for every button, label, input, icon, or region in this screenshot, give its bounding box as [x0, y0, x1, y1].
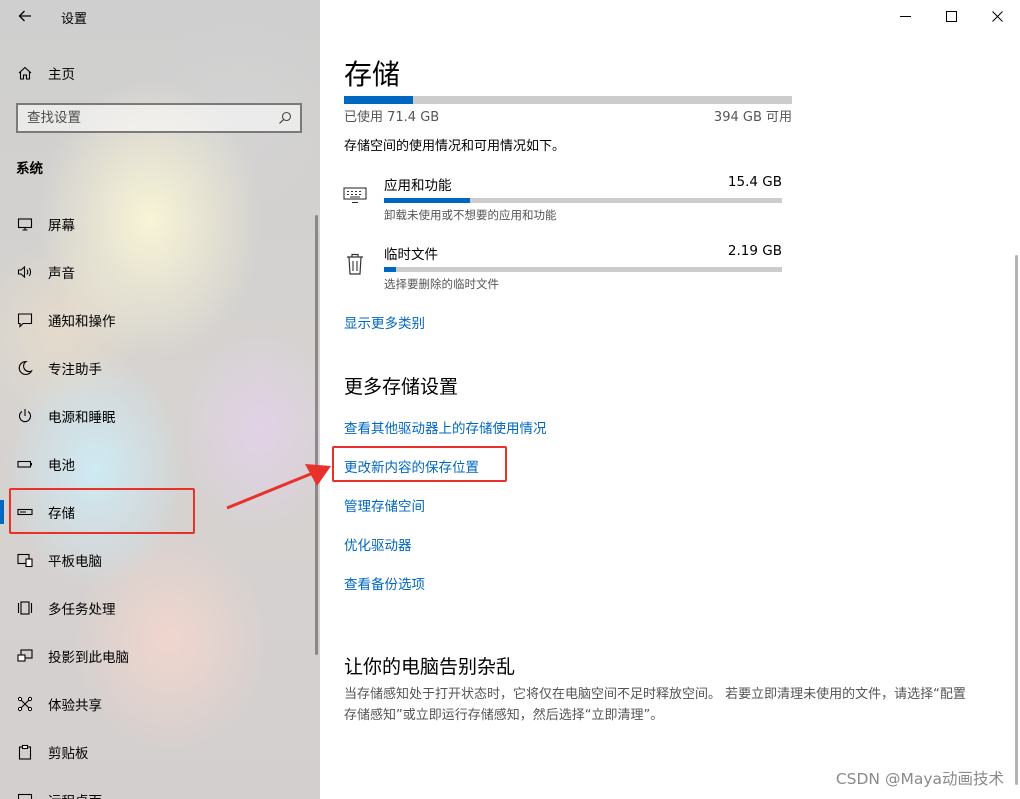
- window-title: 设置: [61, 12, 88, 27]
- sidebar-item-notifications[interactable]: 通知和操作: [0, 296, 316, 344]
- sidebar-item-home[interactable]: 主页: [0, 56, 316, 90]
- sidebar-item-shared-experiences[interactable]: 体验共享: [0, 680, 316, 728]
- declutter-heading: 让你的电脑告别杂乱: [344, 656, 516, 678]
- view-backup-options-link[interactable]: 查看备份选项: [344, 573, 425, 593]
- main-scrollbar[interactable]: [1015, 255, 1018, 785]
- category-usage-bar-fill: [384, 267, 396, 272]
- sidebar-item-tablet[interactable]: 平板电脑: [0, 536, 316, 584]
- clipboard-icon: [16, 743, 34, 761]
- category-temp-files[interactable]: 临时文件 2.19 GB 选择要删除的临时文件: [340, 243, 786, 299]
- used-space-text: 已使用 71.4 GB: [344, 110, 440, 125]
- annotation-arrow: [226, 464, 331, 510]
- storage-usage-bar: [344, 96, 792, 104]
- sidebar-item-label: 电源和睡眠: [48, 410, 116, 426]
- free-space-text: 394 GB 可用: [713, 110, 792, 125]
- sidebar-item-project[interactable]: 投影到此电脑: [0, 632, 316, 680]
- back-arrow-icon: [18, 10, 31, 22]
- remote-desktop-icon: [16, 791, 34, 799]
- sidebar-item-sound[interactable]: 声音: [0, 248, 316, 296]
- category-subtitle: 选择要删除的临时文件: [384, 277, 499, 291]
- search-input[interactable]: [18, 110, 274, 126]
- category-usage-bar-fill: [384, 198, 470, 203]
- annotation-highlight-save-location: [332, 446, 507, 482]
- category-size: 15.4 GB: [727, 174, 782, 190]
- sidebar-item-label: 多任务处理: [48, 602, 116, 618]
- category-name: 临时文件: [384, 247, 438, 263]
- sidebar-item-clipboard[interactable]: 剪贴板: [0, 728, 316, 776]
- category-name: 应用和功能: [384, 178, 452, 194]
- storage-usage-bar-fill: [344, 96, 413, 104]
- tablet-icon: [16, 551, 34, 569]
- sidebar-item-remote-desktop[interactable]: 远程桌面: [0, 776, 316, 799]
- sidebar-item-label: 声音: [48, 266, 75, 282]
- battery-icon: [16, 455, 34, 473]
- category-usage-bar: [384, 198, 782, 203]
- main-content: 存储 已使用 71.4 GB 394 GB 可用 存储空间的使用情况和可用情况如…: [320, 0, 1020, 799]
- multitask-icon: [16, 599, 34, 617]
- speaker-icon: [16, 263, 34, 281]
- watermark: CSDN @Maya动画技术: [835, 770, 1004, 788]
- declutter-text: 当存储感知处于打开状态时，它将仅在电脑空间不足时释放空间。 若要立即清理未使用的…: [344, 687, 966, 723]
- sidebar-item-label: 远程桌面: [48, 790, 102, 799]
- sidebar-item-label: 平板电脑: [48, 554, 102, 570]
- trash-icon: [342, 251, 368, 277]
- sidebar: 设置 主页 系统 屏幕 声音 通知和操作: [0, 0, 320, 799]
- sidebar-item-label: 电池: [48, 458, 75, 474]
- annotation-highlight-storage: [9, 488, 195, 534]
- back-button[interactable]: [10, 2, 40, 30]
- power-icon: [16, 407, 34, 425]
- show-more-categories-link[interactable]: 显示更多类别: [344, 312, 425, 332]
- sidebar-item-label: 通知和操作: [48, 314, 116, 330]
- view-other-drives-link[interactable]: 查看其他驱动器上的存储使用情况: [344, 417, 547, 437]
- sidebar-scrollbar[interactable]: [315, 215, 318, 655]
- sidebar-item-power-sleep[interactable]: 电源和睡眠: [0, 392, 316, 440]
- storage-description: 存储空间的使用情况和可用情况如下。: [344, 139, 566, 154]
- keyboard-icon: [342, 182, 368, 208]
- monitor-icon: [16, 215, 34, 233]
- sidebar-item-display[interactable]: 屏幕: [0, 200, 316, 248]
- share-icon: [16, 695, 34, 713]
- moon-icon: [16, 359, 34, 377]
- category-subtitle: 卸载未使用或不想要的应用和功能: [384, 208, 557, 222]
- project-icon: [16, 647, 34, 665]
- sidebar-item-label: 投影到此电脑: [48, 650, 129, 666]
- search-box: [16, 103, 302, 133]
- home-icon: [16, 64, 34, 82]
- sidebar-item-label: 主页: [48, 67, 75, 83]
- category-apps-features[interactable]: 应用和功能 15.4 GB 卸载未使用或不想要的应用和功能: [340, 174, 786, 230]
- more-storage-settings-heading: 更多存储设置: [344, 376, 459, 398]
- sidebar-item-label: 专注助手: [48, 362, 102, 378]
- category-size: 2.19 GB: [727, 243, 782, 259]
- sidebar-item-multitasking[interactable]: 多任务处理: [0, 584, 316, 632]
- section-title: 系统: [16, 161, 43, 177]
- category-usage-bar: [384, 267, 782, 272]
- manage-storage-spaces-link[interactable]: 管理存储空间: [344, 495, 425, 515]
- sidebar-item-label: 剪贴板: [48, 746, 89, 762]
- message-icon: [16, 311, 34, 329]
- search-icon[interactable]: [274, 107, 296, 129]
- sidebar-item-label: 体验共享: [48, 698, 102, 714]
- page-title: 存储: [344, 58, 401, 91]
- sidebar-item-focus-assist[interactable]: 专注助手: [0, 344, 316, 392]
- optimize-drives-link[interactable]: 优化驱动器: [344, 534, 412, 554]
- sidebar-item-label: 屏幕: [48, 218, 75, 234]
